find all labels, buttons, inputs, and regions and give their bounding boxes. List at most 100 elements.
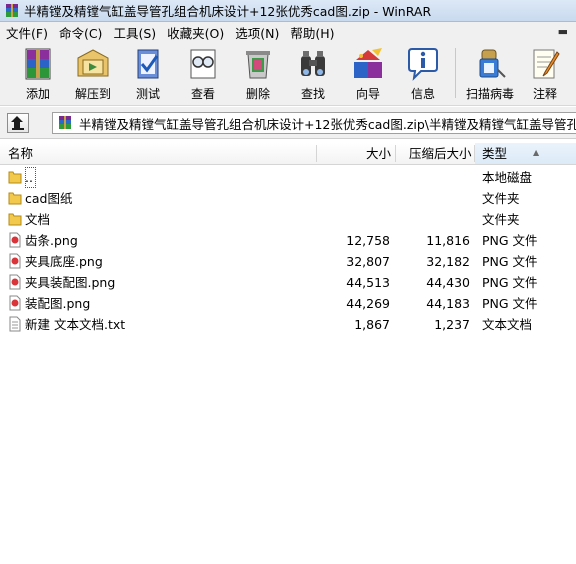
wizard-label: 向导: [355, 87, 380, 101]
list-item[interactable]: 夹具底座.png 32,807 32,182 PNG 文件: [0, 251, 576, 272]
find-icon: [301, 51, 325, 76]
comment-button[interactable]: 注释: [518, 46, 572, 104]
info-label: 信息: [410, 87, 435, 101]
file-packed-size: 1,237: [434, 317, 470, 332]
file-name: 夹具底座.png: [25, 254, 103, 269]
comment-icon: [533, 49, 560, 79]
list-item[interactable]: cad图纸 文件夹: [0, 188, 576, 209]
list-item[interactable]: 装配图.png 44,269 44,183 PNG 文件: [0, 293, 576, 314]
up-folder-button[interactable]: [7, 113, 29, 133]
find-button[interactable]: 查找: [286, 46, 340, 104]
menu-tools[interactable]: 工具(S): [107, 23, 161, 42]
toolbar-separator: [455, 48, 456, 98]
info-button[interactable]: 信息: [396, 46, 450, 104]
test-button[interactable]: 测试: [121, 46, 175, 104]
file-packed-size: 11,816: [426, 233, 470, 248]
menu-options[interactable]: 选项(N): [229, 23, 284, 42]
folder-icon: [8, 213, 22, 226]
file-size: 12,758: [346, 233, 390, 248]
delete-label: 删除: [245, 87, 270, 101]
file-size: 1,867: [354, 317, 390, 332]
file-packed-size: 44,183: [426, 296, 470, 311]
wizard-icon: [354, 48, 382, 78]
sort-ascending-icon: ▲: [533, 148, 540, 157]
find-label: 查找: [300, 87, 325, 101]
column-size-header[interactable]: 大小: [366, 143, 391, 164]
list-item[interactable]: 夹具装配图.png 44,513 44,430 PNG 文件: [0, 272, 576, 293]
view-label: 查看: [190, 87, 215, 101]
file-name: 齿条.png: [25, 233, 78, 248]
menu-commands[interactable]: 命令(C): [53, 23, 107, 42]
window-title: 半精镗及精镗气缸盖导管孔组合机床设计+12张优秀cad图.zip - WinRA…: [24, 4, 432, 19]
archive-icon: [59, 116, 71, 129]
test-label: 测试: [135, 87, 160, 101]
column-divider[interactable]: [395, 145, 396, 162]
title-bar: 半精镗及精镗气缸盖导管孔组合机床设计+12张优秀cad图.zip - WinRA…: [0, 0, 576, 22]
folder-icon: [8, 192, 22, 205]
file-packed-size: 44,430: [426, 275, 470, 290]
file-name: 装配图.png: [25, 296, 91, 311]
menu-help[interactable]: 帮助(H): [284, 23, 339, 42]
file-type: PNG 文件: [482, 275, 538, 290]
address-bar: 半精镗及精镗气缸盖导管孔组合机床设计+12张优秀cad图.zip\半精镗及精镗气…: [0, 107, 576, 139]
file-size: 32,807: [346, 254, 390, 269]
file-size: 44,513: [346, 275, 390, 290]
file-type: PNG 文件: [482, 233, 538, 248]
up-arrow-icon: [11, 116, 24, 130]
list-item[interactable]: 新建 文本文档.txt 1,867 1,237 文本文档: [0, 314, 576, 335]
file-list: .. 本地磁盘 cad图纸 文件夹 文档 文件夹 齿条.png 12,758 1…: [0, 167, 576, 335]
column-divider[interactable]: [316, 145, 317, 162]
png-file-icon: [9, 253, 21, 269]
wizard-button[interactable]: 向导: [341, 46, 395, 104]
column-type-label: 类型: [482, 146, 508, 161]
png-file-icon: [9, 295, 21, 311]
png-file-icon: [9, 232, 21, 248]
delete-button[interactable]: 删除: [231, 46, 285, 104]
file-name: ..: [25, 167, 36, 188]
file-type: PNG 文件: [482, 254, 538, 269]
view-button[interactable]: 查看: [176, 46, 230, 104]
add-archive-icon: [25, 48, 51, 80]
virus-scan-icon: [479, 49, 506, 78]
file-size: 44,269: [346, 296, 390, 311]
file-name: 夹具装配图.png: [25, 275, 116, 290]
menu-favorites[interactable]: 收藏夹(O): [161, 23, 229, 42]
file-type: 文件夹: [482, 212, 520, 227]
virus-scan-label: 扫描病毒: [465, 87, 514, 101]
file-name: cad图纸: [25, 191, 73, 206]
add-button[interactable]: 添加: [11, 46, 65, 104]
add-label: 添加: [25, 87, 50, 101]
file-type: PNG 文件: [482, 296, 538, 311]
file-type: 本地磁盘: [482, 170, 533, 185]
address-path: 半精镗及精镗气缸盖导管孔组合机床设计+12张优秀cad图.zip\半精镗及精镗气…: [79, 116, 576, 132]
menu-bar: 文件(F) 命令(C) 工具(S) 收藏夹(O) 选项(N) 帮助(H) ▬: [0, 22, 576, 42]
extract-to-label: 解压到: [74, 87, 111, 101]
file-type: 文件夹: [482, 191, 520, 206]
column-type-header[interactable]: 类型 ▲: [475, 143, 576, 164]
extract-to-button[interactable]: 解压到: [66, 46, 120, 104]
column-name-header[interactable]: 名称: [8, 143, 33, 164]
file-packed-size: 32,182: [426, 254, 470, 269]
delete-icon: [246, 51, 270, 79]
text-file-icon: [9, 316, 21, 332]
list-item[interactable]: 文档 文件夹: [0, 209, 576, 230]
virus-scan-button[interactable]: 扫描病毒: [460, 46, 520, 104]
menu-overflow-icon[interactable]: ▬: [558, 25, 568, 38]
file-name: 文档: [25, 212, 51, 227]
comment-label: 注释: [532, 87, 557, 101]
view-file-icon: [190, 49, 216, 79]
folder-icon: [8, 171, 22, 184]
png-file-icon: [9, 274, 21, 290]
menu-file[interactable]: 文件(F): [0, 23, 53, 42]
file-name: 新建 文本文档.txt: [25, 317, 126, 332]
info-icon: [408, 48, 438, 81]
list-item-parent[interactable]: .. 本地磁盘: [0, 167, 576, 188]
winrar-app-icon: [6, 3, 18, 17]
file-type: 文本文档: [482, 317, 533, 332]
list-item[interactable]: 齿条.png 12,758 11,816 PNG 文件: [0, 230, 576, 251]
address-field[interactable]: 半精镗及精镗气缸盖导管孔组合机床设计+12张优秀cad图.zip\半精镗及精镗气…: [52, 112, 576, 134]
column-packed-header[interactable]: 压缩后大小: [409, 143, 472, 164]
file-list-header: 名称 大小 压缩后大小 类型 ▲: [0, 143, 576, 165]
test-archive-icon: [137, 49, 159, 79]
toolbar: 添加 解压到 测试 查看 删除 查找 向导 信息 扫描病毒 注释: [0, 42, 576, 106]
